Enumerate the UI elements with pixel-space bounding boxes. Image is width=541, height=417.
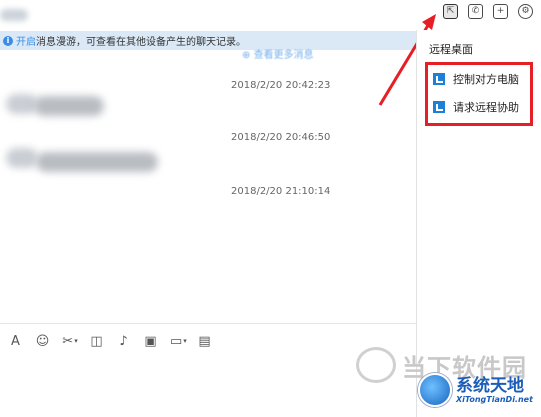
request-assist-label: 请求远程协助 [453, 101, 519, 114]
shake-icon[interactable]: ◫ [89, 334, 104, 349]
request-assist-icon [433, 101, 445, 113]
remote-desktop-icon[interactable]: ⇱ [443, 4, 458, 19]
message-bubble [34, 96, 104, 116]
avatar [6, 148, 38, 168]
request-remote-assist-button[interactable]: 请求远程协助 [433, 97, 519, 117]
remote-options-highlight: 控制对方电脑 请求远程协助 [425, 62, 533, 126]
image-icon[interactable]: ▣ [143, 334, 158, 349]
info-icon: i [3, 35, 13, 46]
control-remote-pc-button[interactable]: 控制对方电脑 [433, 69, 519, 89]
clipboard-icon[interactable]: ▤ [197, 334, 212, 349]
enable-roaming-link[interactable]: 开启 [16, 33, 36, 48]
control-pc-icon [433, 73, 445, 85]
control-pc-label: 控制对方电脑 [453, 73, 519, 86]
settings-icon[interactable]: ⚙ [518, 4, 533, 19]
view-more-messages-link[interactable]: ⊕ 查看更多消息 [242, 46, 314, 61]
top-toolbar: ⇱ ✆ + ⚙ [443, 4, 533, 19]
watermark-logo [356, 347, 396, 383]
phone-icon[interactable]: ✆ [468, 4, 483, 19]
message-bubble [36, 152, 158, 172]
input-area[interactable]: A ☺ ✂ ◫ ♪ ▣ ▭ ▤ [0, 323, 416, 417]
notice-text: 消息漫游，可查看在其他设备产生的聊天记录。 [36, 37, 246, 48]
voice-icon[interactable]: ♪ [116, 334, 131, 349]
watermark-xitongtiandi: 系统天地 XiTongTianDi.net [418, 373, 533, 407]
emoji-icon[interactable]: ☺ [35, 334, 50, 349]
roaming-notice: i 开启 消息漫游，可查看在其他设备产生的聊天记录。 [0, 31, 416, 50]
message-timestamp: 2018/2/20 21:10:14 [231, 186, 331, 197]
font-icon[interactable]: A [8, 334, 23, 349]
message-timestamp: 2018/2/20 20:46:50 [231, 132, 331, 143]
contact-name-blurred [0, 9, 28, 21]
folder-icon[interactable]: ▭ [170, 334, 185, 349]
watermark-logo [418, 373, 452, 407]
chat-header [0, 0, 416, 30]
scissors-icon[interactable]: ✂ [62, 334, 77, 349]
add-icon[interactable]: + [493, 4, 508, 19]
panel-title: 远程桌面 [429, 43, 473, 56]
message-timestamp: 2018/2/20 20:42:23 [231, 80, 331, 91]
input-toolbar: A ☺ ✂ ◫ ♪ ▣ ▭ ▤ [8, 334, 212, 349]
